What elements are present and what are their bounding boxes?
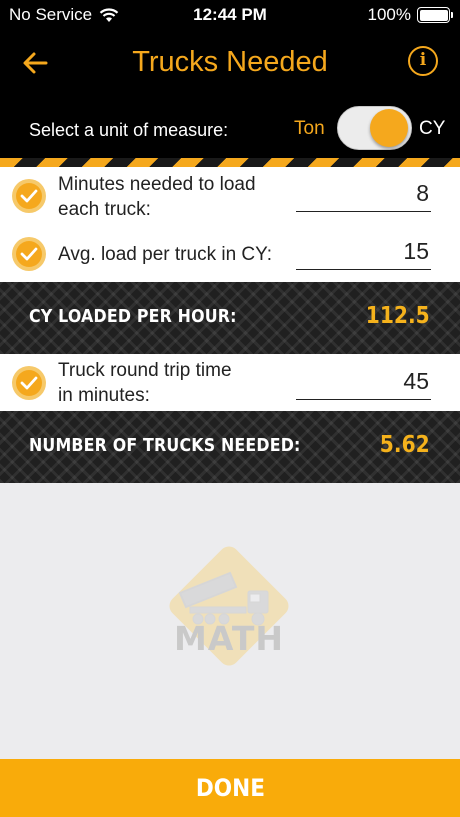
hazard-stripe-divider (0, 158, 460, 167)
round-trip-label: Truck round trip time in minutes: (58, 360, 232, 406)
load-minutes-input[interactable] (296, 178, 431, 212)
avg-load-label: Avg. load per truck in CY: (58, 244, 273, 265)
info-button[interactable]: i (408, 46, 438, 76)
round-trip-input[interactable] (296, 366, 431, 400)
watermark-text: MATH (174, 619, 284, 658)
done-button[interactable]: DONE (0, 759, 460, 817)
input-row-avg-load: Avg. load per truck in CY: (0, 226, 460, 282)
battery-icon (417, 7, 453, 23)
checkmark-icon (12, 179, 46, 213)
status-bar: No Service 12:44 PM 100% (0, 0, 460, 30)
checkmark-icon (12, 366, 46, 400)
dump-truck-sign-icon (169, 546, 289, 666)
input-row-load-minutes: Minutes needed to load each truck: (0, 167, 460, 226)
result-value: 112.5 (365, 303, 430, 329)
unit-selector-label: Select a unit of measure: (29, 120, 229, 140)
load-minutes-label: Minutes needed to load each truck: (58, 174, 256, 220)
checkmark-icon (12, 237, 46, 271)
content-area: MATH (0, 483, 460, 759)
result-value: 5.62 (380, 432, 430, 458)
toggle-knob (370, 109, 408, 147)
unit-option-cy[interactable]: CY (419, 118, 445, 140)
battery-percent: 100% (367, 5, 411, 24)
unit-toggle[interactable] (337, 106, 412, 150)
unit-selector: Select a unit of measure: Ton CY (0, 96, 460, 158)
page-title: Trucks Needed (132, 46, 328, 78)
result-label: CY LOADED PER HOUR: (29, 306, 237, 327)
result-cy-per-hour: CY LOADED PER HOUR: 112.5 (0, 282, 460, 354)
avg-load-input[interactable] (296, 236, 431, 270)
info-icon: i (419, 50, 427, 70)
result-label: NUMBER OF TRUCKS NEEDED: (29, 435, 301, 456)
input-row-round-trip: Truck round trip time in minutes: (0, 354, 460, 411)
result-trucks-needed: NUMBER OF TRUCKS NEEDED: 5.62 (0, 411, 460, 483)
nav-bar: Trucks Needed i (0, 30, 460, 96)
unit-option-ton[interactable]: Ton (294, 118, 325, 140)
